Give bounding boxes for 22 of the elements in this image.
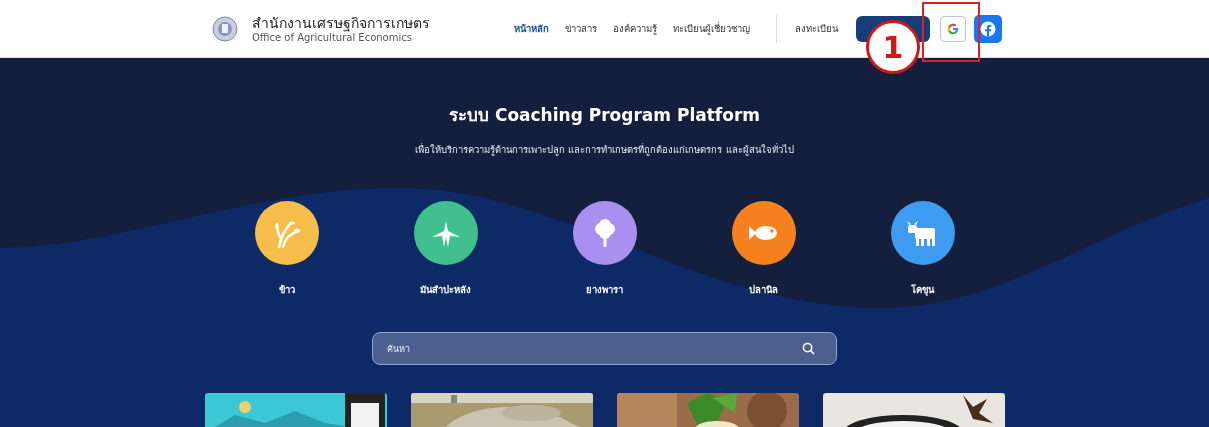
category-label[interactable]: ยางพารา (586, 282, 623, 297)
google-icon (946, 21, 960, 36)
site-title: สำนักงานเศรษฐกิจการเกษตร (252, 14, 431, 32)
search-field[interactable]: ค้นหา (372, 332, 837, 365)
facebook-icon (979, 19, 997, 38)
category-label[interactable]: ข้าว (278, 282, 295, 297)
site-subtitle: Office of Agricultural Economics (252, 32, 413, 43)
nav-link[interactable]: หน้าหลัก (514, 21, 549, 36)
emblem-logo (212, 15, 238, 42)
hero-title: ระบบ Coaching Program Platform (449, 104, 760, 127)
category-label[interactable]: ปลานิล (749, 282, 778, 297)
register-link[interactable]: ลงทะเบียน (795, 21, 838, 36)
hero-subtitle: เพื่อให้บริการความรู้ด้านการเพาะปลูก และการทำเกษตรที่ถูกต้องแก่เกษตรกร และผู้สนใจทั่วไป (415, 142, 794, 157)
category-label[interactable]: โคขุน (911, 282, 934, 297)
search-icon[interactable] (802, 342, 815, 355)
nav-link[interactable]: ทะเบียนผู้เชี่ยวชาญ (673, 21, 750, 36)
google-button[interactable] (940, 15, 966, 42)
highlight-frame (922, 2, 980, 62)
nav-link[interactable]: ข่าวสาร (565, 21, 597, 36)
facebook-button[interactable] (974, 14, 1002, 43)
category-label[interactable]: มันสำปะหลัง (420, 282, 471, 297)
nav-link[interactable]: องค์ความรู้ (613, 21, 657, 36)
